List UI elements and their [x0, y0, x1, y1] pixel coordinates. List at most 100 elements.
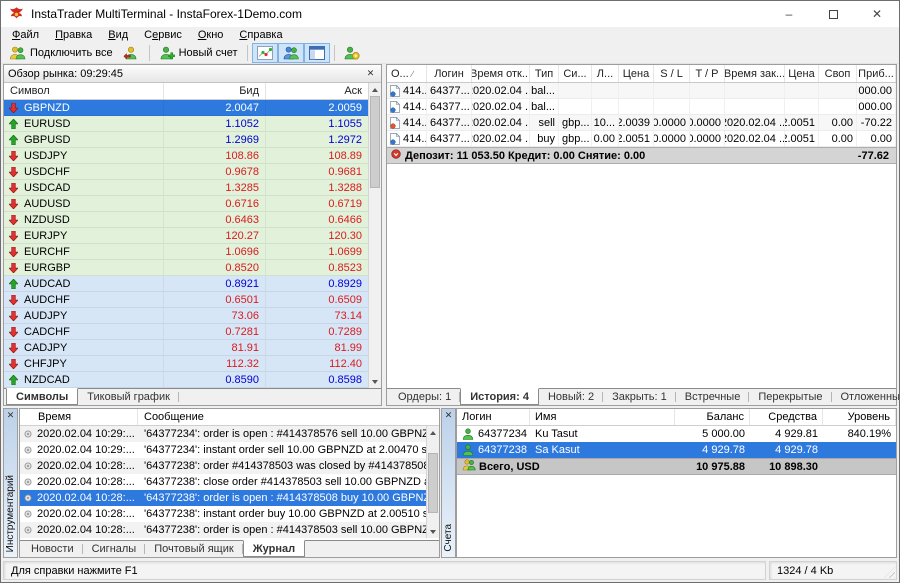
- orders-column-12[interactable]: Приб...: [857, 65, 896, 82]
- market-watch-scrollbar[interactable]: [368, 83, 381, 388]
- order-cell: [690, 99, 725, 114]
- market-row-USDCAD[interactable]: USDCAD1.32851.3288: [4, 180, 368, 196]
- orders-column-4[interactable]: Си...: [559, 65, 592, 82]
- maximize-icon[interactable]: [811, 1, 855, 27]
- orders-column-8[interactable]: T / P: [690, 65, 725, 82]
- order-row-3[interactable]: 414...64377...2020.02.04 ...buygbp...0.0…: [387, 131, 896, 147]
- menu-item-5[interactable]: Справка: [231, 29, 290, 41]
- market-row-CADCHF[interactable]: CADCHF0.72810.7289: [4, 324, 368, 340]
- journal-row-5[interactable]: 2020.02.04 10:28:...'64377238': instant …: [20, 506, 426, 522]
- tick-chart-button[interactable]: [252, 43, 278, 63]
- column-bid[interactable]: Бид: [164, 83, 266, 99]
- market-row-NZDUSD[interactable]: NZDUSD0.64630.6466: [4, 212, 368, 228]
- account-settings-button[interactable]: [339, 43, 365, 63]
- toolbox-close-icon[interactable]: ✕: [4, 410, 17, 422]
- orders-column-6[interactable]: Цена: [619, 65, 654, 82]
- journal-row-1[interactable]: 2020.02.04 10:29:...'64377234': instant …: [20, 442, 426, 458]
- journal-row-6[interactable]: 2020.02.04 10:28:...'64377238': order is…: [20, 522, 426, 538]
- account-row-64377238[interactable]: 64377238Sa Kasut4 929.784 929.78: [457, 442, 896, 458]
- market-row-AUDCAD[interactable]: AUDCAD0.89210.8929: [4, 276, 368, 292]
- new-account-button[interactable]: Новый счет: [154, 43, 243, 63]
- order-row-0[interactable]: 414...64377...2020.02.04 ...bal...5 000.…: [387, 83, 896, 99]
- accounts-column-2[interactable]: Баланс: [675, 409, 750, 425]
- tab-orders-5[interactable]: Перекрытые: [749, 389, 831, 405]
- accounts-column-4[interactable]: Уровень: [823, 409, 896, 425]
- menu-item-1[interactable]: Правка: [47, 29, 100, 41]
- market-row-EURUSD[interactable]: EURUSD1.10521.1055: [4, 116, 368, 132]
- tab-journal-3[interactable]: Журнал: [243, 540, 305, 557]
- orders-column-9[interactable]: Время зак...: [725, 65, 785, 82]
- accounts-column-1[interactable]: Имя: [530, 409, 675, 425]
- market-watch-close-icon[interactable]: ✕: [364, 68, 377, 80]
- accounts-summary-row: Всего, USD 10 975.88 10 898.30: [457, 458, 896, 475]
- market-row-EURJPY[interactable]: EURJPY120.27120.30: [4, 228, 368, 244]
- market-row-GBPNZD[interactable]: GBPNZD2.00472.0059: [4, 100, 368, 116]
- orders-column-10[interactable]: Цена: [785, 65, 819, 82]
- column-symbol[interactable]: Символ: [4, 83, 164, 99]
- journal-row-4[interactable]: 2020.02.04 10:28:...'64377238': order is…: [20, 490, 426, 506]
- scroll-down-icon[interactable]: [427, 525, 440, 538]
- accounts-strip-label[interactable]: Счета: [443, 521, 454, 557]
- close-icon[interactable]: ✕: [855, 1, 899, 27]
- column-time[interactable]: Время: [20, 409, 138, 425]
- journal-row-0[interactable]: 2020.02.04 10:29:...'64377234': order is…: [20, 426, 426, 442]
- market-row-AUDCHF[interactable]: AUDCHF0.65010.6509: [4, 292, 368, 308]
- market-row-CHFJPY[interactable]: CHFJPY112.32112.40: [4, 356, 368, 372]
- menu-item-0[interactable]: Файл: [4, 29, 47, 41]
- journal-scrollbar[interactable]: [426, 426, 439, 538]
- scroll-up-icon[interactable]: [427, 426, 440, 439]
- accounts-column-0[interactable]: Логин: [457, 409, 530, 425]
- market-row-EURCHF[interactable]: EURCHF1.06961.0699: [4, 244, 368, 260]
- disconnect-button[interactable]: [118, 43, 145, 63]
- minimize-icon[interactable]: –: [767, 1, 811, 27]
- panels-view-button[interactable]: [304, 43, 330, 63]
- tab-orders-4[interactable]: Встречные: [676, 389, 750, 405]
- scroll-down-icon[interactable]: [369, 375, 382, 388]
- order-row-2[interactable]: 414...64377...2020.02.04 ...sellgbp...10…: [387, 115, 896, 131]
- accounts-column-3[interactable]: Средства: [750, 409, 823, 425]
- orders-column-11[interactable]: Своп: [819, 65, 857, 82]
- menu-item-2[interactable]: Вид: [100, 29, 136, 41]
- resize-grip[interactable]: [884, 567, 895, 578]
- tab-orders-2[interactable]: Новый: 2: [539, 389, 603, 405]
- journal-row-3[interactable]: 2020.02.04 10:28:...'64377238': close or…: [20, 474, 426, 490]
- market-row-USDCHF[interactable]: USDCHF0.96780.9681: [4, 164, 368, 180]
- tab-market-1[interactable]: Тиковый график: [78, 389, 179, 405]
- tab-orders-3[interactable]: Закрыть: 1: [603, 389, 676, 405]
- market-row-AUDUSD[interactable]: AUDUSD0.67160.6719: [4, 196, 368, 212]
- tab-journal-0[interactable]: Новости: [22, 541, 83, 557]
- order-cell: -70.22: [857, 115, 896, 130]
- scroll-up-icon[interactable]: [369, 83, 382, 96]
- column-ask[interactable]: Аск: [266, 83, 368, 99]
- journal-row-2[interactable]: 2020.02.04 10:28:...'64377238': order #4…: [20, 458, 426, 474]
- accounts-view-button[interactable]: [278, 43, 304, 63]
- scrollbar-thumb[interactable]: [428, 453, 438, 513]
- orders-column-0[interactable]: О...∕: [387, 65, 427, 82]
- menu-item-3[interactable]: Сервис: [136, 29, 190, 41]
- menu-item-4[interactable]: Окно: [190, 29, 232, 41]
- market-row-CADJPY[interactable]: CADJPY81.9181.99: [4, 340, 368, 356]
- tab-market-0[interactable]: Символы: [6, 388, 78, 405]
- accounts-close-icon[interactable]: ✕: [442, 410, 455, 422]
- column-message[interactable]: Сообщение: [138, 409, 439, 425]
- account-row-64377234[interactable]: 64377234Ku Tasut5 000.004 929.81840.19%: [457, 426, 896, 442]
- market-row-AUDJPY[interactable]: AUDJPY73.0673.14: [4, 308, 368, 324]
- orders-column-5[interactable]: Л...: [592, 65, 619, 82]
- tab-orders-6[interactable]: Отложенный: 1: [832, 389, 900, 405]
- orders-column-1[interactable]: Логин: [427, 65, 472, 82]
- orders-column-7[interactable]: S / L: [654, 65, 690, 82]
- order-row-1[interactable]: 414...64377...2020.02.04 ...bal...5 000.…: [387, 99, 896, 115]
- market-row-EURGBP[interactable]: EURGBP0.85200.8523: [4, 260, 368, 276]
- orders-column-2[interactable]: Время отк...: [472, 65, 530, 82]
- tab-journal-1[interactable]: Сигналы: [83, 541, 146, 557]
- tab-orders-0[interactable]: Ордеры: 1: [389, 389, 460, 405]
- market-row-GBPUSD[interactable]: GBPUSD1.29691.2972: [4, 132, 368, 148]
- orders-column-3[interactable]: Тип: [530, 65, 559, 82]
- scrollbar-thumb[interactable]: [370, 96, 380, 188]
- tab-orders-1[interactable]: История: 4: [460, 388, 539, 405]
- market-row-NZDCAD[interactable]: NZDCAD0.85900.8598: [4, 372, 368, 388]
- tab-journal-2[interactable]: Почтовый ящик: [145, 541, 242, 557]
- connect-all-button[interactable]: Подключить все: [4, 43, 118, 63]
- toolbox-strip-label[interactable]: Инструментарий: [5, 472, 16, 557]
- market-row-USDJPY[interactable]: USDJPY108.86108.89: [4, 148, 368, 164]
